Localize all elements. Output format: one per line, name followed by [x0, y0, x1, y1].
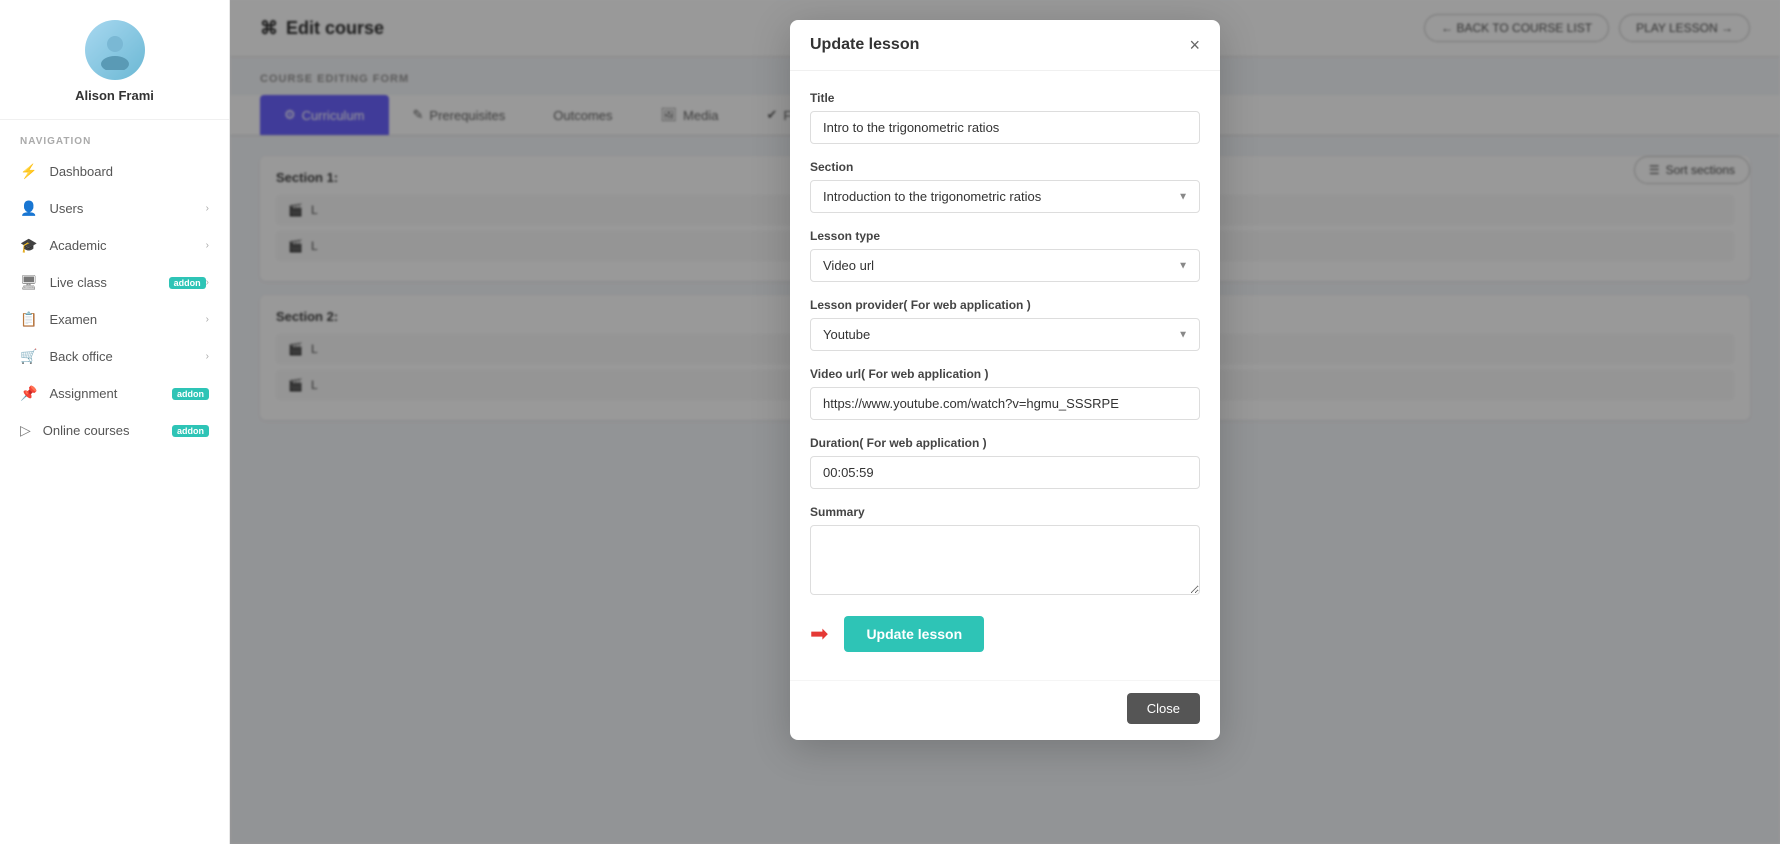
user-profile: Alison Frami [0, 0, 229, 120]
sidebar-item-label: Live class [50, 275, 163, 290]
modal-header: Update lesson × [790, 20, 1220, 71]
online-courses-icon: ▷ [20, 422, 31, 439]
lesson-type-select-wrapper: Video url [810, 249, 1200, 282]
section-group: Section Introduction to the trigonometri… [810, 160, 1200, 213]
sidebar-item-label: Users [49, 201, 205, 216]
duration-label: Duration( For web application ) [810, 436, 1200, 450]
close-btn[interactable]: Close [1127, 693, 1200, 724]
addon-badge: addon [172, 425, 209, 437]
chevron-right-icon: › [206, 203, 209, 214]
avatar [85, 20, 145, 80]
summary-label: Summary [810, 505, 1200, 519]
sidebar-item-label: Dashboard [49, 164, 209, 179]
addon-badge: addon [172, 388, 209, 400]
duration-input[interactable] [810, 456, 1200, 489]
nav-label: NAVIGATION [0, 120, 229, 153]
sidebar-item-assignment[interactable]: 📌 Assignment addon [0, 375, 229, 412]
modal-footer: Close [790, 680, 1220, 740]
title-label: Title [810, 91, 1200, 105]
sidebar-nav: ⚡ Dashboard 👤 Users › 🎓 Academic › 🖥 Liv… [0, 153, 229, 449]
modal-overlay: Update lesson × Title Section Introducti… [230, 0, 1780, 844]
update-lesson-btn[interactable]: Update lesson [844, 616, 984, 652]
modal-title: Update lesson [810, 36, 919, 54]
dashboard-icon: ⚡ [20, 163, 37, 180]
update-lesson-modal: Update lesson × Title Section Introducti… [790, 20, 1220, 740]
users-icon: 👤 [20, 200, 37, 217]
sidebar-item-examen[interactable]: 📋 Examen › [0, 301, 229, 338]
summary-group: Summary [810, 505, 1200, 600]
modal-body: Title Section Introduction to the trigon… [790, 71, 1220, 680]
sidebar-item-label: Academic [49, 238, 205, 253]
title-group: Title [810, 91, 1200, 144]
arrow-indicator: ➡ [810, 621, 828, 647]
update-btn-area: ➡ Update lesson [810, 616, 1200, 652]
summary-textarea[interactable] [810, 525, 1200, 595]
sidebar-item-academic[interactable]: 🎓 Academic › [0, 227, 229, 264]
sidebar-item-back-office[interactable]: 🛒 Back office › [0, 338, 229, 375]
video-url-label: Video url( For web application ) [810, 367, 1200, 381]
academic-icon: 🎓 [20, 237, 37, 254]
lesson-type-select[interactable]: Video url [810, 249, 1200, 282]
section-label: Section [810, 160, 1200, 174]
back-office-icon: 🛒 [20, 348, 37, 365]
sidebar-item-label: Examen [49, 312, 205, 327]
chevron-right-icon: › [206, 240, 209, 251]
section-select[interactable]: Introduction to the trigonometric ratios [810, 180, 1200, 213]
user-name: Alison Frami [75, 88, 154, 103]
sidebar-item-dashboard[interactable]: ⚡ Dashboard [0, 153, 229, 190]
modal-close-btn[interactable]: × [1189, 36, 1200, 54]
video-url-group: Video url( For web application ) [810, 367, 1200, 420]
video-url-input[interactable] [810, 387, 1200, 420]
title-input[interactable] [810, 111, 1200, 144]
lesson-type-label: Lesson type [810, 229, 1200, 243]
lesson-provider-select[interactable]: Youtube [810, 318, 1200, 351]
lesson-provider-select-wrapper: Youtube [810, 318, 1200, 351]
duration-group: Duration( For web application ) [810, 436, 1200, 489]
sidebar-item-live-class[interactable]: 🖥 Live class addon › [0, 264, 229, 301]
sidebar-item-users[interactable]: 👤 Users › [0, 190, 229, 227]
addon-badge: addon [169, 277, 206, 289]
lesson-provider-label: Lesson provider( For web application ) [810, 298, 1200, 312]
sidebar-item-online-courses[interactable]: ▷ Online courses addon [0, 412, 229, 449]
sidebar-item-label: Back office [49, 349, 205, 364]
chevron-right-icon: › [206, 314, 209, 325]
sidebar: Alison Frami NAVIGATION ⚡ Dashboard 👤 Us… [0, 0, 230, 844]
live-class-icon: 🖥 [20, 274, 38, 291]
examen-icon: 📋 [20, 311, 37, 328]
section-select-wrapper: Introduction to the trigonometric ratios [810, 180, 1200, 213]
sidebar-item-label: Assignment [49, 386, 166, 401]
assignment-icon: 📌 [20, 385, 37, 402]
content-wrapper: ⌘ Edit course ← BACK TO COURSE LIST PLAY… [230, 0, 1780, 844]
chevron-right-icon: › [206, 277, 209, 288]
sidebar-item-label: Online courses [43, 423, 166, 438]
lesson-type-group: Lesson type Video url [810, 229, 1200, 282]
lesson-provider-group: Lesson provider( For web application ) Y… [810, 298, 1200, 351]
chevron-right-icon: › [206, 351, 209, 362]
